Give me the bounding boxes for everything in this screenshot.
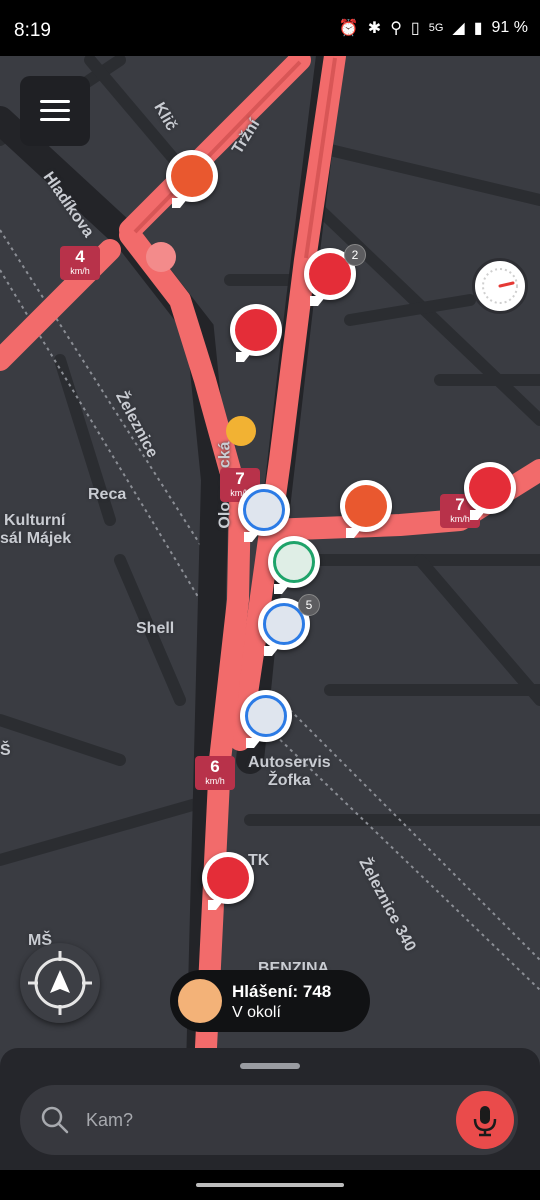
traffic-jam-pin[interactable] xyxy=(230,304,282,362)
traffic-jam-icon xyxy=(235,309,277,351)
alarm-icon: ⏰ xyxy=(338,20,359,37)
crash-icon xyxy=(273,541,315,583)
traffic-jam-pin[interactable] xyxy=(464,462,516,520)
search-bar[interactable]: Kam? xyxy=(20,1085,518,1155)
menu-button[interactable] xyxy=(20,76,90,146)
status-bar: 8:19 ⏰ ✱ ⚲ ▯ 5G ◢ ▮ 91 % xyxy=(0,0,540,56)
poi-label-sal-majek: sál Májek xyxy=(0,530,72,547)
map-view[interactable]: Tržní Klič Hladíkova Železnice Reca Kult… xyxy=(0,56,540,1068)
traffic-jam-icon xyxy=(207,857,249,899)
microphone-icon xyxy=(473,1106,497,1137)
report-count-badge: 2 xyxy=(344,244,366,266)
reports-subtitle: V okolí xyxy=(232,1004,281,1021)
network-type: 5G xyxy=(428,22,444,34)
system-navigation-bar xyxy=(0,1170,540,1200)
traffic-jam-pin[interactable]: 2 xyxy=(304,244,366,306)
status-icons: ⏰ ✱ ⚲ ▯ 5G ◢ ▮ 91 % xyxy=(339,18,528,38)
poi-label-shell: Shell xyxy=(136,620,175,637)
sheet-drag-handle[interactable] xyxy=(240,1063,300,1069)
signal-icon: ◢ xyxy=(452,20,465,37)
crash-pin[interactable] xyxy=(268,536,320,594)
crash-pin[interactable]: 5 xyxy=(258,594,320,656)
location-icon: ⚲ xyxy=(390,20,402,37)
poi-label-s: Š xyxy=(0,742,11,759)
reports-avatar-icon xyxy=(178,979,222,1023)
menu-icon-line xyxy=(40,109,70,112)
status-time: 8:19 xyxy=(14,20,51,41)
traffic-jam-icon xyxy=(345,485,387,527)
battery-icon: ▮ xyxy=(473,20,483,37)
poi-label-reca: Reca xyxy=(88,486,127,503)
speed-marker[interactable]: 4 km/h xyxy=(60,246,100,280)
recenter-button[interactable] xyxy=(20,943,100,1023)
home-gesture-handle[interactable] xyxy=(196,1183,344,1187)
search-input[interactable]: Kam? xyxy=(86,1110,133,1131)
traffic-jam-pin[interactable] xyxy=(166,150,218,208)
traffic-jam-icon xyxy=(469,467,511,509)
search-icon xyxy=(41,1106,69,1134)
traffic-jam-pin[interactable] xyxy=(340,480,392,538)
reports-nearby-button[interactable]: Hlášení: 748 V okolí xyxy=(170,970,370,1032)
report-count-badge: 5 xyxy=(298,594,320,616)
traffic-jam-pin[interactable] xyxy=(202,852,254,910)
poi-label-kulturni: Kulturní xyxy=(4,512,66,529)
menu-icon xyxy=(40,100,70,103)
wazer-avatar-icon[interactable] xyxy=(146,242,176,272)
menu-icon-line xyxy=(40,118,70,121)
traffic-jam-icon xyxy=(171,155,213,197)
navigation-arrow-icon xyxy=(28,951,92,1015)
vibrate-icon: ▯ xyxy=(410,20,420,37)
speedometer-icon[interactable] xyxy=(472,258,528,314)
speed-marker[interactable]: 6 km/h xyxy=(195,756,235,790)
poi-label-autoservis: Autoservis xyxy=(248,754,331,771)
bluetooth-icon: ✱ xyxy=(367,20,382,37)
crash-icon xyxy=(243,489,285,531)
poi-label-zofka: Žofka xyxy=(268,772,311,789)
reports-count: Hlášení: 748 xyxy=(232,982,332,1001)
speedometer-dial xyxy=(482,268,518,304)
battery-level: 91 % xyxy=(491,19,528,36)
crash-pin[interactable] xyxy=(238,484,290,542)
wazer-avatar-icon[interactable] xyxy=(226,416,256,446)
crash-icon xyxy=(245,695,287,737)
voice-search-button[interactable] xyxy=(456,1091,514,1149)
crash-pin[interactable] xyxy=(240,690,292,748)
